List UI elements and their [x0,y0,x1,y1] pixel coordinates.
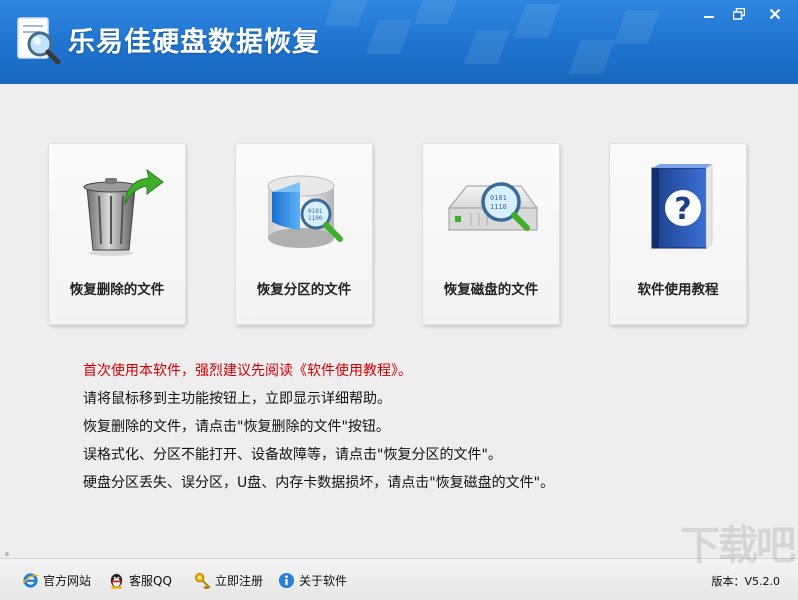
partition-disk-magnifier-icon: 0101 1100 [267,175,343,248]
watermark: 下载吧 [680,523,796,569]
software-tutorial-button[interactable]: ? 软件使用教程 [609,143,747,325]
svg-text:0101: 0101 [308,208,323,215]
card-label: 恢复磁盘的文件 [443,282,539,298]
resize-dot [5,552,9,556]
svg-text:1110: 1110 [490,203,507,211]
official-website-link[interactable]: 官方网站 [22,571,91,589]
card-label: 软件使用教程 [637,282,719,298]
recover-partition-files-button[interactable]: 0101 1100 恢复分区的文件 [235,143,373,325]
restore-button[interactable] [728,5,750,23]
info-icon [278,572,295,588]
about-software-link[interactable]: 关于软件 [278,571,347,589]
title-bar: 乐易佳硬盘数据恢复 [0,0,798,84]
recover-disk-files-button[interactable]: 0101 1110 恢复磁盘的文件 [422,143,560,325]
footer-bar: 下载吧 官方网站 客服QQ 立即注册 关于软件 版本：V5.2.0 [0,523,798,600]
close-icon [769,8,781,20]
restore-icon [733,8,745,20]
footer-link-label: 官方网站 [43,573,92,588]
help-book-icon: ? [651,163,713,249]
hard-disk-magnifier-icon: 0101 1110 [448,182,538,231]
customer-service-qq-link[interactable]: 客服QQ [108,571,172,589]
qq-penguin-icon [110,573,123,589]
help-text: 首次使用本软件，强烈建议先阅读《软件使用教程》。 请将鼠标移到主功能按钮上，立即… [83,357,763,497]
register-now-link[interactable]: 立即注册 [194,571,263,589]
recover-deleted-files-button[interactable]: 恢复删除的文件 [48,143,186,325]
card-label: 恢复分区的文件 [256,282,352,298]
footer-link-label: 立即注册 [215,573,264,588]
help-line: 误格式化、分区不能打开、设备故障等，请点击"恢复分区的文件"。 [83,447,502,463]
main-panel: 恢复删除的文件 0101 1100 恢复分区的文件 0101 1110 恢复磁盘… [0,84,798,558]
tutorial-recommendation-text: 首次使用本软件，强烈建议先阅读《软件使用教程》。 [83,363,412,379]
title-decoration [365,20,413,54]
app-title: 乐易佳硬盘数据恢复 [68,27,320,58]
title-decoration [613,10,661,44]
title-decoration [323,0,371,26]
minimize-button[interactable] [698,5,720,23]
minimize-icon [704,16,714,18]
close-button[interactable] [764,5,786,23]
title-decoration [513,4,561,38]
key-icon [194,572,211,589]
card-label: 恢复删除的文件 [69,282,165,298]
svg-text:1100: 1100 [308,215,323,222]
version-text: 版本：V5.2.0 [711,575,780,588]
help-line: 硬盘分区丢失、误分区，U盘、内存卡数据损坏，请点击"恢复磁盘的文件"。 [83,475,555,491]
svg-text:?: ? [674,192,691,227]
title-decoration [568,40,616,74]
svg-text:0101: 0101 [490,194,507,202]
footer-link-label: 关于软件 [299,573,348,588]
title-decoration [463,30,511,64]
help-line: 请将鼠标移到主功能按钮上，立即显示详细帮助。 [83,391,391,407]
footer-link-label: 客服QQ [129,573,172,588]
app-logo-icon [17,17,61,65]
ie-browser-icon [22,572,39,588]
title-decoration [413,0,461,24]
help-line: 恢复删除的文件，请点击"恢复删除的文件"按钮。 [83,419,390,435]
recycle-bin-arrow-icon [83,168,164,256]
